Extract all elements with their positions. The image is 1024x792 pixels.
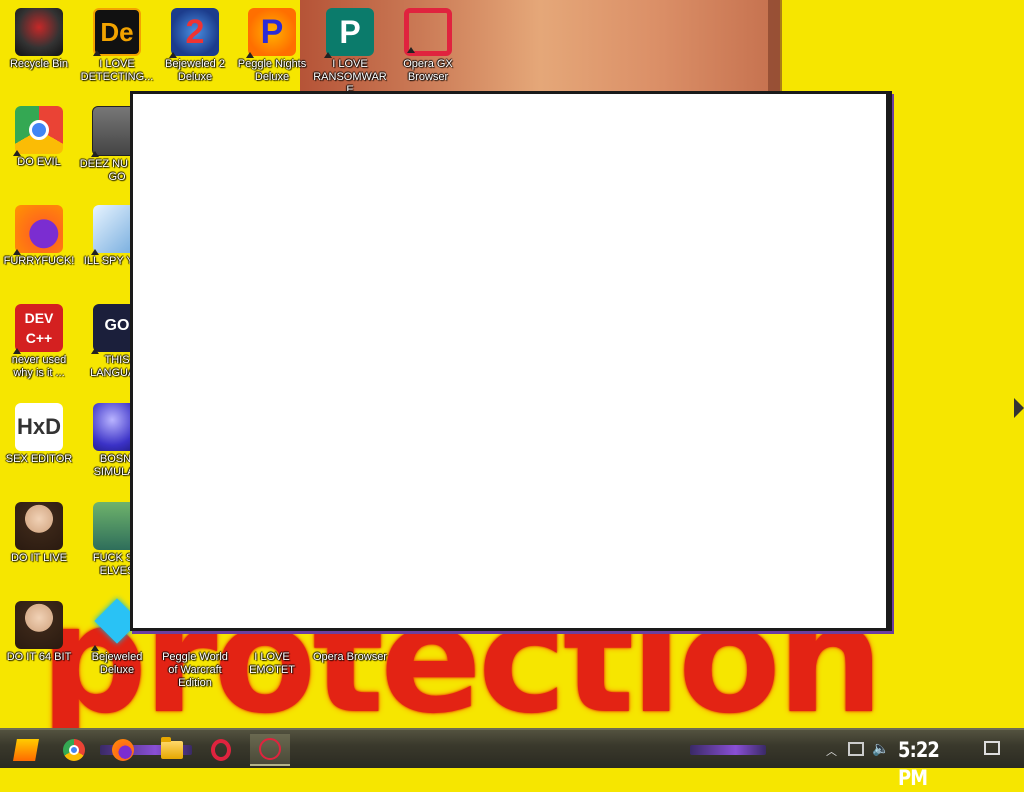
desktop-icon-detecting[interactable]: De I LOVE DETECTING... — [79, 8, 155, 84]
desktop-icon-label: I LOVE DETECTING... — [80, 58, 154, 83]
peggle-nights-icon: P — [246, 8, 296, 58]
shortcut-arrow-icon — [324, 52, 332, 58]
folder-icon — [161, 737, 183, 759]
desktop-icon-opera-gx[interactable]: Opera GX Browser — [390, 8, 466, 84]
desktop-icon-peggle-nights[interactable]: P Peggle Nights Deluxe — [234, 8, 310, 84]
portrait-icon — [15, 502, 63, 550]
blank-white-window[interactable] — [130, 91, 892, 631]
shortcut-arrow-icon — [91, 645, 99, 651]
desktop-icon-label: FURRYFUCK! — [3, 255, 75, 267]
hxd-icon: HxD — [15, 403, 63, 451]
desktop-icon-firefox[interactable]: FURRYFUCK! — [1, 205, 77, 268]
taskbar-chrome[interactable] — [54, 734, 94, 766]
desktop-icon-label: Opera GX Browser — [403, 58, 453, 83]
desktop-icon-label: I LOVE EMOTET — [249, 651, 295, 676]
shortcut-arrow-icon — [13, 249, 21, 255]
opera-gx-icon — [404, 8, 452, 56]
chrome-icon — [63, 739, 85, 761]
opera-icon — [211, 739, 231, 761]
shortcut-arrow-icon — [93, 50, 101, 56]
desktop-icon-ransomware[interactable]: P I LOVE RANSOMWARE — [312, 8, 388, 97]
desktop-icon-recycle-bin[interactable]: Recycle Bin — [1, 8, 77, 71]
desktop-icon-label: DO IT 64 BIT — [6, 651, 72, 663]
shortcut-arrow-icon — [91, 249, 99, 255]
cursor-arrow-icon — [1014, 398, 1024, 418]
shortcut-arrow-icon — [91, 348, 99, 354]
dev-cpp-icon: DEV C++ — [13, 304, 63, 354]
taskbar-accent-right — [690, 745, 766, 755]
show-hidden-icons-chevron-icon[interactable]: ︿ — [826, 743, 842, 758]
wallpaper-photo-edge — [768, 0, 782, 95]
chrome-icon — [13, 106, 63, 156]
desktop-icon-dev-cpp[interactable]: DEV C++ never used why is it ... — [1, 304, 77, 380]
taskbar-opera-gx[interactable] — [250, 734, 290, 766]
desktop-icon-do-it-64[interactable]: DO IT 64 BIT — [1, 601, 77, 664]
start-logo-icon — [13, 739, 39, 761]
desktop-icon-label: Bejeweled 2 Deluxe — [165, 58, 225, 83]
publisher-icon: P — [324, 8, 374, 58]
volume-icon[interactable]: 🔈 — [872, 740, 889, 756]
shortcut-arrow-icon — [246, 52, 254, 58]
recycle-bin-icon — [15, 8, 63, 56]
desktop: protection Recycle Bin De I LOVE DETECTI… — [0, 0, 1024, 728]
desktop-icon-label: Peggle World of Warcraft Edition — [162, 651, 228, 689]
desktop-icon-label: never used why is it ... — [11, 354, 67, 379]
desktop-icon-do-evil[interactable]: DO EVIL — [1, 106, 77, 169]
shortcut-arrow-icon — [13, 150, 21, 156]
taskbar-clock[interactable]: 5:22 PM — [898, 736, 954, 790]
taskbar-firefox[interactable] — [103, 734, 143, 766]
firefox-icon — [13, 205, 63, 255]
bejeweled-2-icon: 2 — [169, 8, 219, 58]
detect-it-easy-icon: De — [93, 8, 141, 56]
desktop-icon-label: Opera Browser — [313, 651, 387, 663]
network-disconnected-icon[interactable] — [848, 742, 864, 756]
taskbar-file-explorer[interactable] — [152, 734, 192, 766]
desktop-icon-label: SEX EDITOR — [5, 453, 73, 465]
firefox-icon — [112, 739, 134, 761]
desktop-icon-bejeweled-2[interactable]: 2 Bejeweled 2 Deluxe — [157, 8, 233, 84]
desktop-icon-label: DO IT LIVE — [10, 552, 68, 564]
notification-center-icon[interactable] — [984, 741, 1000, 755]
opera-gx-icon — [259, 738, 281, 760]
shortcut-arrow-icon — [407, 47, 415, 53]
shortcut-arrow-icon — [91, 151, 99, 157]
shortcut-arrow-icon — [169, 52, 177, 58]
start-button[interactable] — [8, 734, 44, 766]
desktop-icon-do-it-live[interactable]: DO IT LIVE — [1, 502, 77, 565]
desktop-icon-label: Peggle Nights Deluxe — [237, 58, 307, 83]
desktop-icon-hxd[interactable]: HxD SEX EDITOR — [1, 403, 77, 466]
desktop-icon-label: Bejeweled Deluxe — [91, 651, 143, 676]
taskbar: ︿ 🔈 5:22 PM — [0, 728, 1024, 790]
shortcut-arrow-icon — [13, 348, 21, 354]
desktop-icon-label: Recycle Bin — [9, 58, 69, 70]
desktop-icon-label: DO EVIL — [17, 156, 61, 168]
taskbar-opera[interactable] — [201, 734, 241, 766]
portrait-64-icon — [15, 601, 63, 649]
